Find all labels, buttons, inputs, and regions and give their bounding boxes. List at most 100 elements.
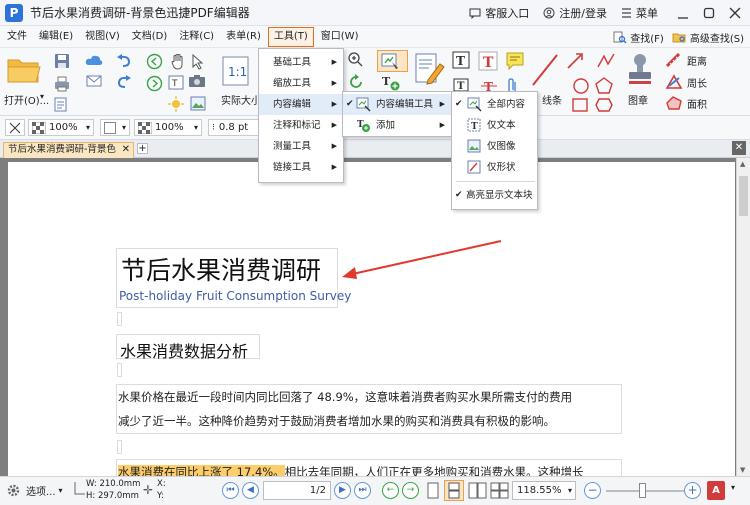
menu-comment[interactable]: 注释(C) (174, 27, 219, 47)
cloud-button[interactable] (84, 53, 104, 70)
polyline-tool-button[interactable] (596, 52, 616, 73)
menu-window[interactable]: 窗口(W) (316, 27, 364, 47)
polygon-tool-button[interactable] (595, 77, 613, 98)
open-button[interactable] (6, 54, 42, 89)
minimize-button[interactable] (672, 2, 694, 24)
save-button[interactable] (54, 53, 70, 72)
single-page-view-button[interactable] (426, 482, 440, 502)
arrow-tool-button[interactable] (565, 51, 585, 74)
area-button[interactable]: 面积 (665, 95, 707, 111)
empty-text-block[interactable] (117, 440, 122, 454)
options-button[interactable]: 选项... ▾ (6, 483, 63, 498)
menu-item-image-only[interactable]: 仅图像 (452, 136, 537, 157)
empty-text-block[interactable] (117, 312, 122, 326)
menu-item-content-edit-tools[interactable]: ✔ 内容编辑工具 ▶ (343, 94, 451, 115)
heading-text-block[interactable]: 水果消费数据分析 (116, 334, 260, 361)
vertical-scrollbar[interactable]: ▲ ▼ (736, 158, 750, 476)
arrow-annotation[interactable] (338, 237, 508, 282)
tab-close-icon[interactable]: ✕ (122, 143, 130, 157)
text-color-button[interactable]: T (478, 51, 498, 74)
hand-tool-button[interactable] (170, 53, 186, 74)
line-tool-button[interactable] (530, 52, 560, 91)
menu-tools[interactable]: 工具(T) (267, 26, 314, 47)
zoom-in-button[interactable] (347, 51, 363, 70)
tab-document[interactable]: 节后水果消费调研-背景色 ✕ (3, 142, 134, 158)
menu-file[interactable]: 文件 (2, 27, 32, 47)
menu-document[interactable]: 文档(D) (127, 27, 173, 47)
continuous-view-button[interactable] (444, 480, 464, 501)
menu-item-shape-only[interactable]: 仅形状 (452, 157, 537, 178)
menu-item-link-tools[interactable]: 链接工具 ▶ (259, 157, 343, 178)
last-page-button[interactable]: ⏭ (354, 482, 371, 499)
fill-opacity-select[interactable]: 100% ▾ (134, 119, 202, 136)
actual-size-button[interactable]: 1:1 (222, 56, 250, 89)
menu-item-basic-tools[interactable]: 基础工具 ▶ (259, 52, 343, 73)
close-window-button[interactable] (724, 2, 746, 24)
menu-item-content-edit[interactable]: 内容编辑 ▶ (259, 94, 343, 115)
menu-item-add[interactable]: T 添加 ▶ (343, 115, 451, 136)
paragraph-text-block[interactable]: 水果价格在最近一段时间内同比回落了 48.9%，这意味着消费者购买水果所需支付的… (116, 384, 622, 434)
menu-item-measure-tools[interactable]: 测量工具 ▶ (259, 136, 343, 157)
text-box-button[interactable]: T (452, 51, 470, 72)
stroke-opacity-select[interactable]: 100% ▾ (28, 119, 94, 136)
page-number-input[interactable]: 1/2 (263, 481, 331, 500)
menu-edit[interactable]: 编辑(E) (34, 27, 78, 47)
zoom-select[interactable]: 118.55% ▾ (512, 481, 576, 500)
stroke-color-picker[interactable] (5, 119, 25, 136)
menu-item-zoom-tools[interactable]: 缩放工具 ▶ (259, 73, 343, 94)
more-options-icon[interactable]: ▾ (731, 483, 735, 492)
zoom-slider-thumb[interactable] (639, 483, 646, 498)
email-button[interactable] (86, 75, 102, 90)
empty-text-block[interactable] (117, 363, 122, 377)
text-select-button[interactable]: T (168, 75, 184, 93)
zoom-in-status-button[interactable]: + (684, 482, 701, 499)
fill-color-picker[interactable]: ▾ (100, 119, 130, 136)
forward-view-button[interactable]: → (402, 482, 419, 499)
loupe-button[interactable] (168, 96, 184, 115)
scroll-up-icon[interactable]: ▲ (740, 160, 745, 168)
open-dropdown[interactable]: ▾ (40, 92, 44, 101)
pdf-logo-icon[interactable]: A (707, 481, 725, 500)
menu-item-all-content[interactable]: ✔ 全部内容 (452, 94, 537, 115)
edit-content-tool-button[interactable] (377, 50, 408, 72)
facing-view-button[interactable] (468, 482, 488, 502)
continuous-facing-view-button[interactable] (490, 482, 510, 502)
scrollbar-thumb[interactable] (739, 176, 748, 216)
maximize-button[interactable] (698, 2, 720, 24)
snapshot-button[interactable] (188, 74, 206, 91)
advanced-find-button[interactable]: 高级查找(S) (672, 27, 744, 47)
select-tool-button[interactable] (190, 53, 206, 74)
cloud-shape-button[interactable] (595, 98, 613, 115)
note-button[interactable] (505, 51, 525, 74)
next-page-button[interactable]: ▶ (334, 482, 351, 499)
ellipse-tool-button[interactable] (572, 77, 590, 98)
find-button[interactable]: 查找(F) (613, 27, 664, 47)
menu-item-highlight-text-blocks[interactable]: ✔ 高亮显示文本块 (452, 185, 537, 206)
print-button[interactable] (54, 76, 70, 95)
undo-button[interactable] (116, 54, 132, 71)
new-tab-button[interactable]: + (137, 143, 148, 154)
close-all-tabs-button[interactable]: ✕ (732, 141, 746, 155)
menu-item-text-only[interactable]: T 仅文本 (452, 115, 537, 136)
previous-page-button[interactable]: ◀ (242, 482, 259, 499)
support-button[interactable]: 客服入口 (469, 5, 529, 21)
properties-button[interactable] (54, 97, 68, 115)
title-text-block[interactable]: 节后水果消费调研 Post-holiday Fruit Consumption … (116, 248, 351, 308)
image-button[interactable] (190, 96, 206, 114)
zoom-out-button[interactable]: − (584, 482, 601, 499)
scroll-down-icon[interactable]: ▼ (740, 466, 745, 474)
typewriter-button[interactable] (414, 52, 446, 91)
previous-view-button[interactable] (146, 53, 163, 73)
menu-view[interactable]: 视图(V) (80, 27, 125, 47)
first-page-button[interactable]: ⏮ (222, 482, 239, 499)
redo-button[interactable] (116, 75, 132, 92)
next-view-button[interactable] (146, 75, 163, 95)
main-menu-button[interactable]: 菜单 (621, 5, 658, 21)
menu-form[interactable]: 表单(R) (221, 27, 266, 47)
login-button[interactable]: 注册/登录 (543, 5, 607, 21)
back-view-button[interactable]: ← (382, 482, 399, 499)
stamp-button[interactable] (626, 52, 654, 89)
distance-button[interactable]: 距离 (665, 52, 707, 68)
menu-item-comment-markup[interactable]: 注释和标记 ▶ (259, 115, 343, 136)
perimeter-button[interactable]: 周长 (665, 74, 707, 90)
